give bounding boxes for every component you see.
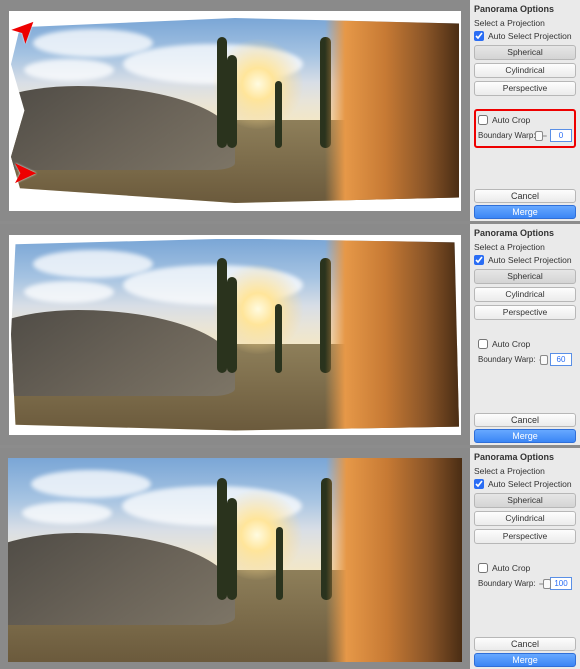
auto-select-projection-label: Auto Select Projection — [488, 255, 572, 265]
auto-select-projection-checkbox[interactable]: Auto Select Projection — [474, 31, 576, 41]
perspective-button[interactable]: Perspective — [474, 529, 576, 544]
spherical-button[interactable]: Spherical — [474, 493, 576, 508]
boundary-warp-label: Boundary Warp: — [478, 355, 536, 364]
panel-title: Panorama Options — [474, 452, 576, 462]
auto-select-projection-input[interactable] — [474, 31, 484, 41]
cancel-button[interactable]: Cancel — [474, 413, 576, 427]
preview-area — [0, 448, 470, 669]
slider-track[interactable] — [539, 359, 547, 361]
auto-select-projection-input[interactable] — [474, 255, 484, 265]
auto-select-projection-checkbox[interactable]: Auto Select Projection — [474, 479, 576, 489]
cylindrical-button[interactable]: Cylindrical — [474, 511, 576, 526]
auto-crop-label: Auto Crop — [492, 563, 530, 573]
auto-select-projection-checkbox[interactable]: Auto Select Projection — [474, 255, 576, 265]
panorama-row: Panorama Options Select a Projection Aut… — [0, 224, 580, 445]
slider-track[interactable] — [539, 583, 547, 585]
auto-select-projection-label: Auto Select Projection — [488, 479, 572, 489]
select-projection-label: Select a Projection — [474, 18, 576, 28]
cancel-button[interactable]: Cancel — [474, 189, 576, 203]
boundary-warp-label: Boundary Warp: — [478, 579, 536, 588]
boundary-warp-slider[interactable]: Boundary Warp: 60 — [478, 353, 572, 366]
panel-footer: Cancel Merge — [474, 189, 576, 221]
options-panel: Panorama Options Select a Projection Aut… — [470, 224, 580, 445]
options-panel: Panorama Options Select a Projection Aut… — [470, 448, 580, 669]
panorama-image — [8, 458, 462, 662]
auto-crop-label: Auto Crop — [492, 339, 530, 349]
preview-canvas — [8, 458, 462, 662]
spherical-button[interactable]: Spherical — [474, 269, 576, 284]
auto-crop-label: Auto Crop — [492, 115, 530, 125]
panorama-row: Panorama Options Select a Projection Aut… — [0, 448, 580, 669]
panel-title: Panorama Options — [474, 228, 576, 238]
select-projection-label: Select a Projection — [474, 242, 576, 252]
slider-thumb[interactable] — [540, 355, 548, 365]
boundary-warp-value[interactable]: 100 — [550, 577, 572, 590]
perspective-button[interactable]: Perspective — [474, 81, 576, 96]
panorama-row: ➤ ➤ Panorama Options Select a Projection… — [0, 0, 580, 221]
panel-title: Panorama Options — [474, 4, 576, 14]
perspective-button[interactable]: Perspective — [474, 305, 576, 320]
preview-canvas — [9, 235, 461, 435]
crop-warp-group: Auto Crop Boundary Warp: 60 — [474, 333, 576, 372]
merge-button[interactable]: Merge — [474, 653, 576, 667]
select-projection-label: Select a Projection — [474, 466, 576, 476]
boundary-warp-slider[interactable]: Boundary Warp: 100 — [478, 577, 572, 590]
slider-thumb[interactable] — [543, 579, 551, 589]
slider-track[interactable] — [539, 135, 547, 137]
cancel-button[interactable]: Cancel — [474, 637, 576, 651]
cylindrical-button[interactable]: Cylindrical — [474, 63, 576, 78]
slider-thumb[interactable] — [535, 131, 543, 141]
auto-select-projection-label: Auto Select Projection — [488, 31, 572, 41]
crop-warp-group: Auto Crop Boundary Warp: 0 — [474, 109, 576, 148]
auto-crop-input[interactable] — [478, 563, 488, 573]
boundary-warp-value[interactable]: 60 — [550, 353, 572, 366]
preview-area: ➤ ➤ — [0, 0, 470, 221]
boundary-warp-value[interactable]: 0 — [550, 129, 572, 142]
auto-crop-checkbox[interactable]: Auto Crop — [478, 339, 572, 349]
crop-warp-group: Auto Crop Boundary Warp: 100 — [474, 557, 576, 596]
panel-footer: Cancel Merge — [474, 637, 576, 669]
auto-crop-input[interactable] — [478, 115, 488, 125]
auto-select-projection-input[interactable] — [474, 479, 484, 489]
merge-button[interactable]: Merge — [474, 205, 576, 219]
boundary-warp-slider[interactable]: Boundary Warp: 0 — [478, 129, 572, 142]
boundary-warp-label: Boundary Warp: — [478, 131, 536, 140]
auto-crop-checkbox[interactable]: Auto Crop — [478, 115, 572, 125]
panorama-image — [11, 18, 459, 203]
preview-area — [0, 224, 470, 445]
cylindrical-button[interactable]: Cylindrical — [474, 287, 576, 302]
auto-crop-input[interactable] — [478, 339, 488, 349]
auto-crop-checkbox[interactable]: Auto Crop — [478, 563, 572, 573]
merge-button[interactable]: Merge — [474, 429, 576, 443]
preview-canvas: ➤ ➤ — [9, 11, 461, 211]
panorama-image — [11, 239, 459, 431]
options-panel: Panorama Options Select a Projection Aut… — [470, 0, 580, 221]
spherical-button[interactable]: Spherical — [474, 45, 576, 60]
panel-footer: Cancel Merge — [474, 413, 576, 445]
